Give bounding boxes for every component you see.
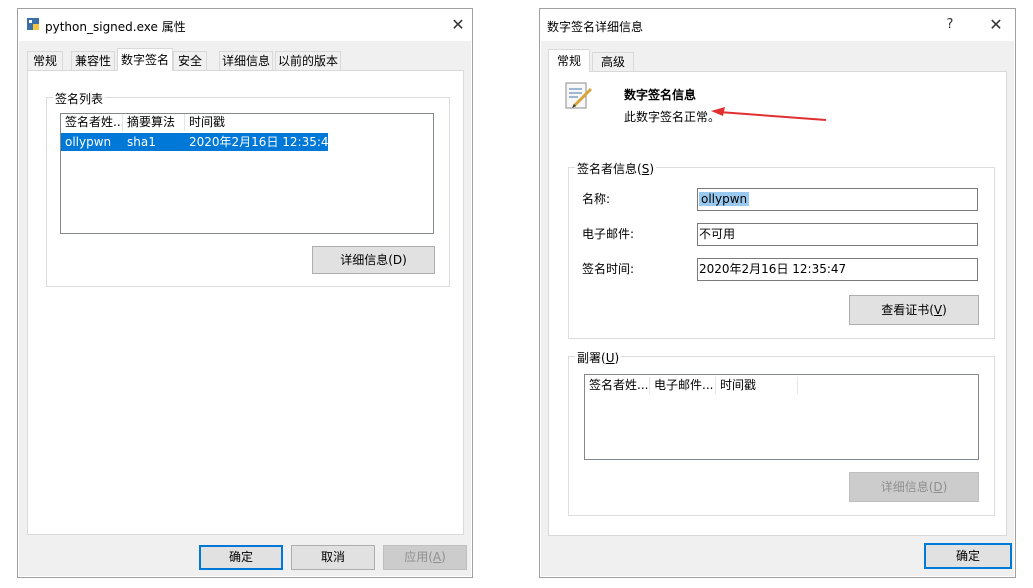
details-key: D: [933, 480, 943, 494]
countersig-end: ): [614, 351, 620, 365]
signature-details-window: 数字签名详细信息 ? ✕ 常规 高级 数字签名信息 此数字签名正常。 签名者信息…: [539, 8, 1016, 578]
signature-info-title: 数字签名信息: [624, 88, 697, 102]
name-field[interactable]: ollypwn: [697, 188, 978, 211]
tab-advanced[interactable]: 高级: [592, 52, 634, 71]
view-cert-key: V: [933, 303, 943, 317]
apply-button-end: ): [441, 550, 446, 564]
signature-list[interactable]: 签名者姓... 摘要算法 时间戳 ollypwn sha1 2020年2月16日…: [60, 113, 434, 234]
properties-client: 常规 兼容性 数字签名 安全 详细信息 以前的版本 签名列表 签名者姓... 摘…: [19, 41, 471, 576]
signer-info-group: 签名者信息(S) 名称: ollypwn 电子邮件: 不可用 签名时间: 202…: [568, 160, 995, 339]
details-titlebar: 数字签名详细信息 ? ✕: [540, 9, 1015, 41]
details-end: ): [942, 480, 948, 494]
signature-list-label: 签名列表: [53, 90, 106, 107]
name-value: ollypwn: [699, 192, 750, 206]
row-signer: ollypwn: [65, 135, 112, 149]
tab-details[interactable]: 详细信息: [219, 51, 273, 70]
tab-security[interactable]: 安全: [173, 51, 207, 70]
cancel-button[interactable]: 取消: [291, 545, 375, 570]
help-icon[interactable]: ?: [940, 13, 960, 37]
properties-window: python_signed.exe 属性 ✕ 常规 兼容性 数字签名 安全 详细…: [17, 8, 473, 578]
tab-previous-versions[interactable]: 以前的版本: [275, 51, 341, 70]
details-button[interactable]: 详细信息(D): [312, 246, 435, 274]
signer-info-end: ): [649, 162, 654, 176]
countersig-details-button[interactable]: 详细信息(D): [849, 472, 979, 502]
countersignatures-group: 副署(U) 签名者姓... 电子邮件... 时间戳 详细信息(D): [568, 349, 995, 516]
tab-general[interactable]: 常规: [548, 49, 590, 72]
apply-button[interactable]: 应用(A): [383, 545, 467, 570]
signer-info-label: 签名者信息(S): [575, 160, 656, 177]
details-text: 详细信息(: [880, 480, 934, 494]
apply-button-key: A: [432, 550, 442, 564]
email-field[interactable]: 不可用: [697, 223, 978, 246]
python-file-icon: [27, 18, 39, 30]
ok-button[interactable]: 确定: [924, 543, 1012, 569]
properties-titlebar: python_signed.exe 属性 ✕: [18, 9, 472, 41]
countersignatures-header: 签名者姓... 电子邮件... 时间戳: [585, 377, 798, 394]
table-row[interactable]: ollypwn sha1 2020年2月16日 12:35:47: [61, 133, 337, 151]
annotation-arrow: [711, 107, 827, 121]
view-cert-text: 查看证书(: [881, 303, 934, 317]
signatures-panel: 签名列表 签名者姓... 摘要算法 时间戳 ollypwn sha1 2020年…: [27, 70, 464, 535]
details-title: 数字签名详细信息: [547, 20, 644, 34]
close-icon[interactable]: ✕: [446, 13, 470, 37]
tab-digital-signatures[interactable]: 数字签名: [117, 48, 173, 71]
column-digest[interactable]: 摘要算法: [123, 114, 185, 131]
close-icon[interactable]: ✕: [984, 13, 1008, 37]
ok-button[interactable]: 确定: [199, 545, 283, 570]
countersignatures-list[interactable]: 签名者姓... 电子邮件... 时间戳: [584, 374, 979, 460]
column-signer[interactable]: 签名者姓...: [61, 114, 123, 131]
view-certificate-button[interactable]: 查看证书(V): [849, 295, 979, 325]
details-client: 常规 高级 数字签名信息 此数字签名正常。 签名者信息(S) 名称: ollyp: [541, 41, 1014, 576]
email-label: 电子邮件:: [582, 227, 635, 241]
view-cert-end: ): [942, 303, 947, 317]
column-timestamp[interactable]: 时间戳: [716, 377, 798, 394]
column-timestamp[interactable]: 时间戳: [185, 114, 247, 131]
row-digest: sha1: [127, 135, 156, 149]
signature-list-group: 签名列表 签名者姓... 摘要算法 时间戳 ollypwn sha1 2020年…: [46, 90, 450, 287]
countersig-text: 副署(: [577, 351, 606, 365]
apply-button-text: 应用(: [404, 550, 433, 564]
signature-certificate-icon: [565, 82, 593, 109]
column-email[interactable]: 电子邮件...: [650, 377, 716, 394]
name-label: 名称:: [582, 192, 611, 206]
tab-compatibility[interactable]: 兼容性: [71, 51, 115, 70]
signing-time-field[interactable]: 2020年2月16日 12:35:47: [697, 258, 978, 281]
signer-info-text: 签名者信息(: [577, 162, 642, 176]
properties-title: python_signed.exe 属性: [45, 20, 186, 34]
details-panel: 数字签名信息 此数字签名正常。 签名者信息(S) 名称: ollypwn 电子邮…: [548, 71, 1007, 536]
countersignatures-label: 副署(U): [575, 349, 622, 366]
signing-time-label: 签名时间:: [582, 262, 635, 276]
signature-status: 此数字签名正常。: [624, 110, 721, 124]
tab-general[interactable]: 常规: [27, 51, 63, 70]
row-timestamp: 2020年2月16日 12:35:47: [189, 135, 337, 149]
column-signer[interactable]: 签名者姓...: [585, 377, 650, 394]
signature-list-header: 签名者姓... 摘要算法 时间戳: [61, 114, 247, 131]
